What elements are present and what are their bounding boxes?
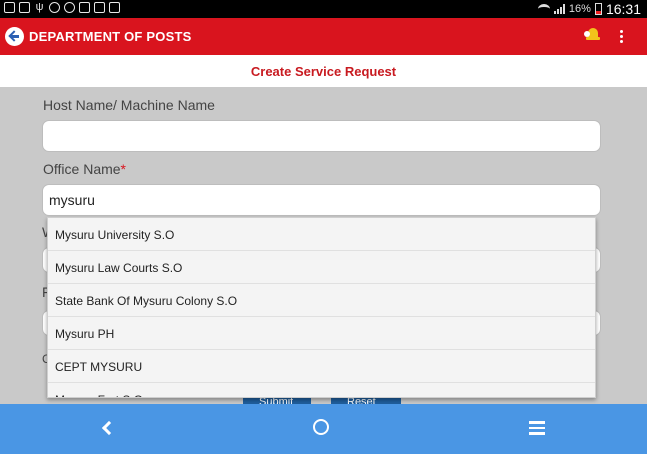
page-header: Create Service Request [0,55,647,87]
required-mark: * [120,161,126,177]
list-item[interactable]: CEPT MYSURU [48,350,595,383]
signal-icon [553,4,565,14]
office-name-input[interactable]: mysuru [42,184,601,216]
office-name-label-text: Office Name [43,161,121,177]
mail-icon [19,2,30,13]
gmail-icon [109,2,120,13]
hamburger-menu-icon[interactable] [529,421,545,438]
navigation-bar [0,404,647,454]
usb-icon: ψ [35,1,44,13]
office-name-label: Office Name* [43,161,126,177]
back-arrow-circle-icon[interactable] [5,27,24,46]
clock: 16:31 [605,1,641,17]
battery-icon [594,3,602,15]
chevron-left-icon[interactable] [101,420,117,436]
notification-icons: ψ [4,2,120,13]
list-item[interactable]: Mysuru Fort S.O [48,383,595,397]
autocomplete-dropdown: Mysuru University S.O Mysuru Law Courts … [47,217,596,398]
sync-icon [64,2,75,13]
keyboard-icon [4,2,15,13]
list-item[interactable]: Mysuru University S.O [48,218,595,251]
gallery-icon [79,2,90,13]
system-status: 16% 16:31 [537,0,641,18]
list-item[interactable]: Mysuru Law Courts S.O [48,251,595,284]
battery-percent: 16% [568,3,591,15]
wifi-icon [537,4,550,14]
bell-icon[interactable] [584,28,600,42]
more-vert-icon[interactable] [620,30,624,44]
status-bar: ψ 16% 16:31 [0,0,647,18]
app-title: DEPARTMENT OF POSTS [29,29,192,44]
whatsapp-icon [49,2,60,13]
host-name-label: Host Name/ Machine Name [43,97,215,113]
gmail-icon [94,2,105,13]
circle-home-icon[interactable] [313,419,329,435]
app-bar: DEPARTMENT OF POSTS [0,18,647,55]
host-name-input[interactable] [42,120,601,152]
list-item[interactable]: State Bank Of Mysuru Colony S.O [48,284,595,317]
page-title: Create Service Request [250,64,397,79]
list-item[interactable]: Mysuru PH [48,317,595,350]
